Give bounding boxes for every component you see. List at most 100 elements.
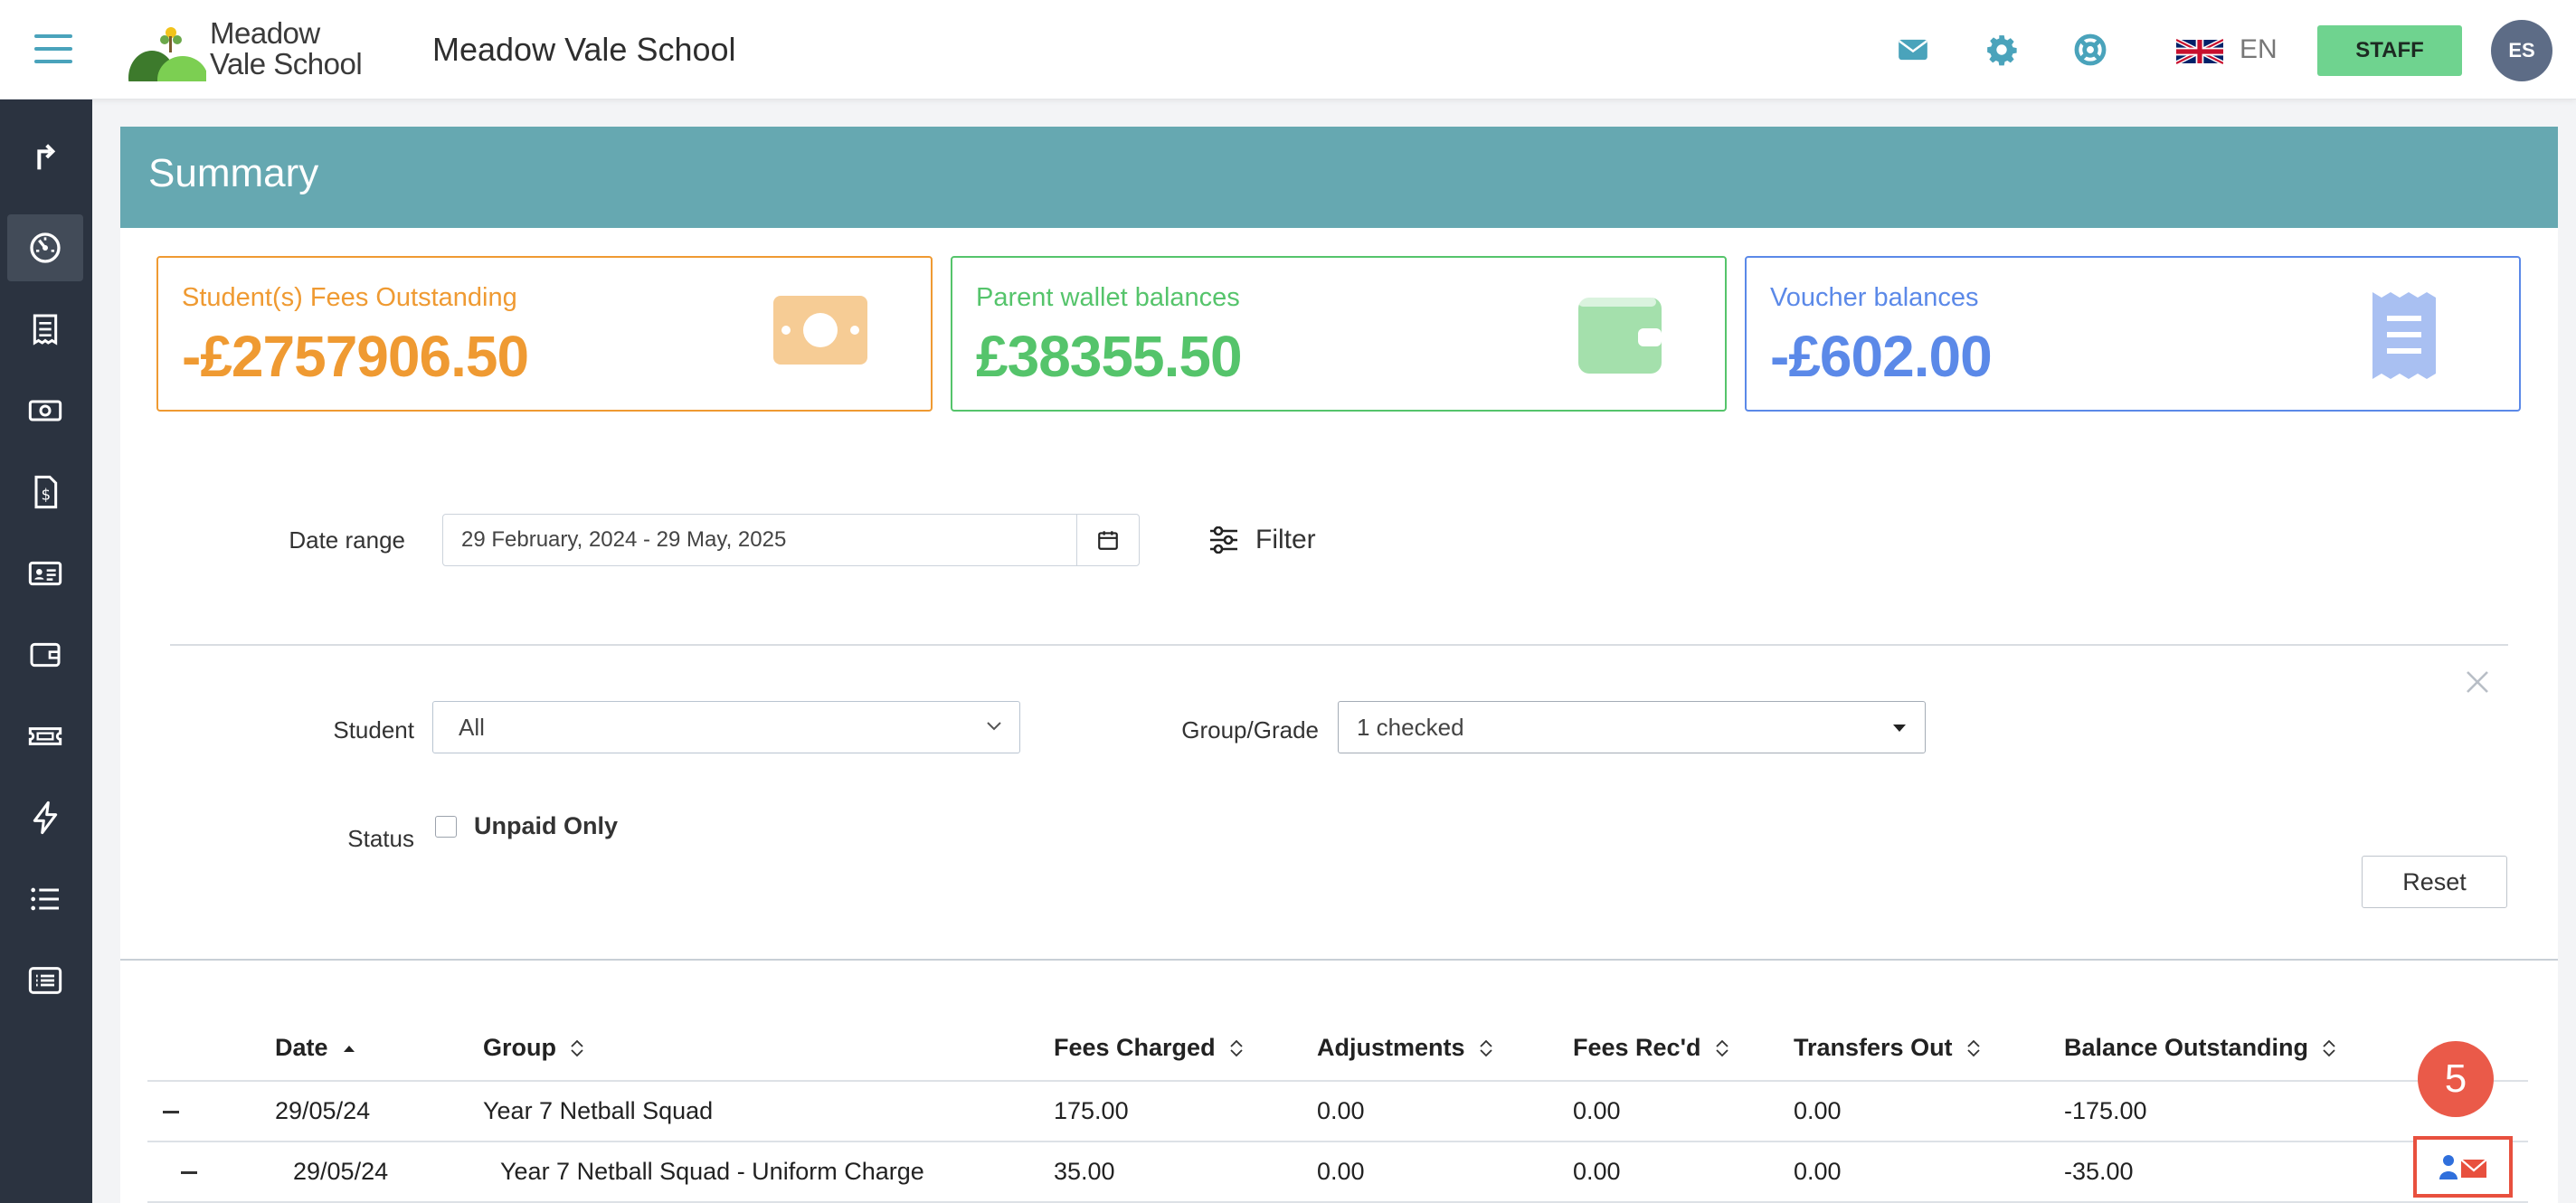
collapse-row-toggle[interactable] [181, 1171, 197, 1174]
exit-arrow-icon [37, 144, 56, 170]
sort-icon [1479, 1039, 1492, 1056]
cash-icon [773, 296, 867, 365]
sort-icon [1229, 1039, 1243, 1056]
student-select[interactable]: All [432, 701, 1020, 753]
svg-text:$: $ [42, 486, 52, 503]
column-header-date[interactable]: Date [275, 1034, 357, 1062]
school-logo[interactable]: Meadow Vale School [128, 18, 364, 81]
cell-date: 29/05/24 [293, 1158, 389, 1185]
voucher-balances-value: -£602.00 [1770, 324, 1993, 389]
main-panel: Summary Student(s) Fees Outstanding -£27… [120, 127, 2558, 1203]
ticket-icon [28, 727, 62, 745]
sort-icon [571, 1039, 583, 1056]
column-header-fees-charged[interactable]: Fees Charged [1054, 1034, 1245, 1062]
reset-button[interactable]: Reset [2362, 856, 2507, 908]
uk-flag-icon[interactable] [2176, 38, 2223, 65]
student-label: Student [333, 716, 414, 744]
staff-button[interactable]: STAFF [2317, 25, 2462, 76]
cell-adjustments: 0.00 [1317, 1097, 1365, 1124]
cell-balance-outstanding: -175.00 [2064, 1097, 2147, 1124]
cell-adjustments: 0.00 [1317, 1158, 1365, 1185]
section-divider [120, 959, 2558, 961]
cell-fees-recd: 0.00 [1573, 1158, 1621, 1185]
cell-group: Year 7 Netball Squad [483, 1097, 714, 1124]
unpaid-only-checkbox[interactable] [435, 816, 457, 838]
parent-wallet-card[interactable]: Parent wallet balances £38355.50 [951, 256, 1727, 412]
fees-outstanding-card[interactable]: Student(s) Fees Outstanding -£2757906.50 [156, 256, 933, 412]
person-mail-icon [2439, 1155, 2487, 1179]
logo-hills-icon [128, 27, 206, 81]
step-badge: 5 [2418, 1041, 2494, 1117]
summary-header: Summary [120, 127, 2558, 228]
parent-wallet-label: Parent wallet balances [976, 283, 1240, 312]
row-divider [147, 1141, 2528, 1142]
column-header-transfers-out[interactable]: Transfers Out [1794, 1034, 1982, 1062]
group-grade-label: Group/Grade [1181, 716, 1319, 744]
help-lifebuoy-icon[interactable] [2073, 33, 2111, 69]
unpaid-only-label[interactable]: Unpaid Only [474, 812, 618, 840]
wallet-icon [30, 642, 61, 668]
caret-down-icon [1893, 725, 1906, 732]
sidebar-item-students[interactable] [7, 540, 83, 607]
cell-balance-outstanding: -35.00 [2064, 1158, 2134, 1185]
mail-icon[interactable] [1896, 33, 1934, 69]
cell-group: Year 7 Netball Squad - Uniform Charge [500, 1158, 924, 1185]
status-label: Status [347, 825, 414, 852]
cell-fees-recd: 0.00 [1573, 1097, 1621, 1124]
sidebar: $ [0, 99, 92, 1203]
user-avatar[interactable]: ES [2491, 20, 2552, 81]
filter-button[interactable]: Filter [1208, 517, 1316, 563]
invoice-dollar-icon: $ [34, 475, 58, 509]
contact-parent-button[interactable] [2413, 1136, 2513, 1198]
cell-fees-charged: 35.00 [1054, 1158, 1115, 1185]
calendar-button[interactable] [1076, 514, 1140, 566]
sidebar-item-payments[interactable] [7, 377, 83, 444]
sliders-icon [1210, 526, 1237, 554]
top-bar: Meadow Vale School Meadow Vale School EN… [0, 0, 2576, 99]
student-select-value: All [459, 713, 485, 741]
id-card-icon [28, 561, 62, 586]
menu-toggle-icon[interactable] [34, 34, 72, 63]
fees-outstanding-value: -£2757906.50 [182, 324, 529, 389]
sidebar-item-vouchers[interactable] [7, 703, 83, 770]
column-header-fees-recd[interactable]: Fees Rec'd [1573, 1034, 1730, 1062]
column-header-adjustments[interactable]: Adjustments [1317, 1034, 1494, 1062]
sidebar-item-quick-actions[interactable] [7, 784, 83, 851]
collapse-row-toggle[interactable] [163, 1111, 179, 1113]
cell-transfers-out: 0.00 [1794, 1158, 1842, 1185]
detail-list-icon [28, 967, 62, 994]
sidebar-item-receipts[interactable] [7, 296, 83, 363]
group-grade-select[interactable]: 1 checked [1338, 701, 1926, 753]
voucher-balances-card[interactable]: Voucher balances -£602.00 [1745, 256, 2521, 412]
group-grade-select-value: 1 checked [1357, 713, 1464, 741]
language-selector[interactable]: EN [2240, 34, 2278, 65]
gear-icon[interactable] [1984, 33, 2022, 69]
receipt-icon [33, 314, 58, 346]
dashboard-gauge-icon [30, 232, 61, 263]
header-row-divider [147, 1080, 2528, 1082]
chevron-down-icon [987, 722, 1001, 731]
sidebar-item-reports[interactable] [7, 947, 83, 1014]
cell-date: 29/05/24 [275, 1097, 371, 1124]
calendar-icon [1098, 531, 1118, 550]
sidebar-item-invoices[interactable]: $ [7, 459, 83, 526]
sidebar-item-dashboard[interactable] [7, 214, 83, 281]
sidebar-item-lists[interactable] [7, 866, 83, 933]
page-title: Summary [148, 151, 319, 195]
column-header-balance-outstanding[interactable]: Balance Outstanding [2064, 1034, 2337, 1062]
close-icon[interactable] [2463, 668, 2492, 696]
fees-outstanding-label: Student(s) Fees Outstanding [182, 283, 517, 312]
row-divider [147, 1201, 2528, 1203]
parent-wallet-value: £38355.50 [976, 324, 1243, 389]
cell-fees-charged: 175.00 [1054, 1097, 1129, 1124]
filter-divider [170, 644, 2508, 646]
voucher-balances-label: Voucher balances [1770, 283, 1979, 312]
filter-label: Filter [1255, 525, 1316, 554]
sidebar-item-wallets[interactable] [7, 621, 83, 688]
date-range-label: Date range [289, 526, 405, 554]
sidebar-item-exit[interactable] [7, 124, 83, 191]
school-name: Meadow Vale School [432, 31, 736, 68]
column-header-group[interactable]: Group [483, 1034, 585, 1062]
cash-icon [28, 400, 62, 422]
date-range-input[interactable] [442, 514, 1077, 566]
